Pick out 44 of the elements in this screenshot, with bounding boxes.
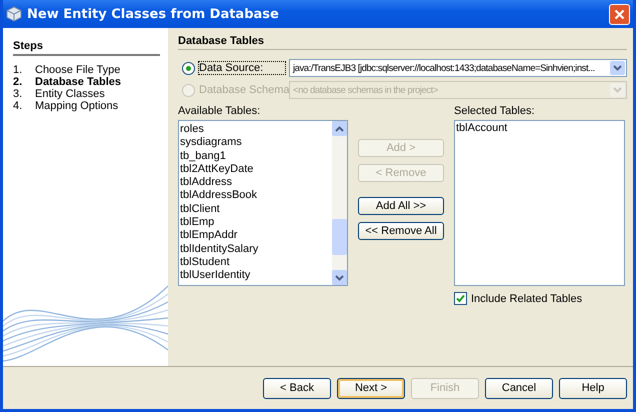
step-label: Choose File Type xyxy=(35,64,120,76)
table-item[interactable]: tblEmp xyxy=(180,216,331,230)
list-label: Available Tables: xyxy=(178,105,262,117)
table-item[interactable]: tbl2AttKeyDate xyxy=(180,162,331,176)
transfer-button[interactable]: Add All >> xyxy=(358,197,444,215)
radio-button[interactable] xyxy=(182,62,195,74)
cube-icon xyxy=(6,6,22,22)
section-heading: Database Tables xyxy=(178,35,627,50)
table-item[interactable]: roles xyxy=(180,123,331,136)
scroll-up-icon[interactable] xyxy=(335,126,344,132)
table-item[interactable]: tblAccount xyxy=(456,122,623,136)
scrollbar[interactable] xyxy=(332,121,347,285)
table-item[interactable]: tblIdentitySalary xyxy=(180,242,331,256)
step-label: Entity Classes xyxy=(35,88,105,100)
table-item[interactable]: tblClient xyxy=(180,202,331,216)
scroll-down-icon[interactable] xyxy=(335,274,344,280)
table-item[interactable]: tblEmpAddr xyxy=(180,229,331,243)
wizard-button[interactable]: < Back xyxy=(263,378,331,398)
list-label: Selected Tables: xyxy=(454,105,536,117)
wizard-button[interactable]: Cancel xyxy=(485,378,553,398)
wizard-button[interactable]: Help xyxy=(559,378,627,398)
table-item[interactable]: tblAddressBook xyxy=(180,189,331,203)
wizard-button[interactable]: Next > xyxy=(337,378,405,398)
table-item[interactable]: tb_bang1 xyxy=(180,150,331,163)
scrollbar-thumb[interactable] xyxy=(332,219,347,256)
step-number: 4. xyxy=(13,100,24,112)
source-dropdown[interactable]: java:/TransEJB3 [jdbc:sqlserver://localhost:1433;databaseName=Sinhvien;inst... xyxy=(289,59,627,77)
step-label: Database Tables xyxy=(35,76,122,88)
steps-heading: Steps xyxy=(13,40,160,56)
table-item[interactable]: tblAddress xyxy=(180,176,331,190)
checkbox-label: Include Related Tables xyxy=(471,292,582,304)
step-label: Mapping Options xyxy=(35,100,118,112)
radio-label: Data Source: xyxy=(199,62,285,74)
step-number: 3. xyxy=(13,88,24,100)
table-item[interactable]: tblStudent xyxy=(180,256,331,270)
close-button[interactable] xyxy=(609,4,630,24)
step-number: 1. xyxy=(13,64,24,76)
checkbox[interactable] xyxy=(454,292,467,305)
table-item[interactable]: tblUserIdentity xyxy=(180,269,331,283)
table-item[interactable]: sysdiagrams xyxy=(180,136,331,150)
window-title: New Entity Classes from Database xyxy=(27,6,280,22)
transfer-button[interactable]: << Remove All xyxy=(358,222,444,240)
close-icon[interactable] xyxy=(614,8,625,20)
step-number: 2. xyxy=(13,76,24,88)
